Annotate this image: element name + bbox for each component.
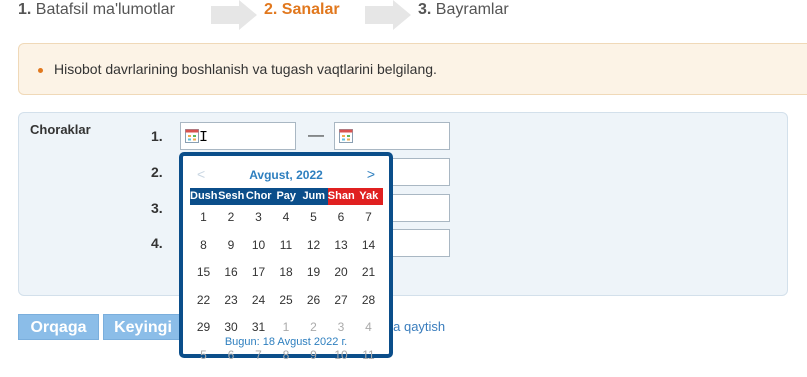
calendar-day[interactable]: 7 bbox=[355, 206, 382, 228]
calendar-day[interactable]: 10 bbox=[245, 234, 272, 256]
row-number-2: 2. bbox=[151, 164, 163, 180]
quarter1-end-input[interactable] bbox=[334, 122, 450, 150]
calendar-day[interactable]: 5 bbox=[300, 206, 327, 228]
step-holidays[interactable]: 3. Bayramlar bbox=[418, 0, 509, 20]
calendar-day[interactable]: 16 bbox=[218, 261, 245, 283]
calendar-icon[interactable] bbox=[185, 129, 199, 143]
weekday-header: Chor bbox=[245, 188, 273, 205]
alert-text: Hisobot davrlarining boshlanish va tugas… bbox=[54, 61, 437, 77]
calendar-day[interactable]: 29 bbox=[190, 316, 217, 338]
calendar-day[interactable]: 22 bbox=[190, 289, 217, 311]
calendar-day[interactable]: 21 bbox=[355, 261, 382, 283]
weekday-header: Pay bbox=[272, 188, 300, 205]
quarters-label: Choraklar bbox=[30, 122, 91, 137]
row-number-4: 4. bbox=[151, 235, 163, 251]
calendar-header: < Avgust, 2022 > bbox=[183, 166, 389, 184]
weekday-header: Dush bbox=[190, 188, 218, 205]
row-number-1: 1. bbox=[151, 128, 163, 144]
calendar-day[interactable]: 18 bbox=[273, 261, 300, 283]
calendar-day[interactable]: 3 bbox=[245, 206, 272, 228]
calendar-day[interactable]: 28 bbox=[355, 289, 382, 311]
calendar-day[interactable]: 9 bbox=[218, 234, 245, 256]
weekday-header: Jum bbox=[300, 188, 328, 205]
weekday-header: Shan bbox=[327, 188, 355, 205]
weekday-header: Sesh bbox=[217, 188, 245, 205]
wizard-steps: 1. Batafsil ma'lumotlar 2. Sanalar 3. Ba… bbox=[0, 0, 807, 30]
next-button[interactable]: Keyingi bbox=[103, 314, 183, 340]
calendar-day[interactable]: 15 bbox=[190, 261, 217, 283]
calendar-day[interactable]: 31 bbox=[245, 316, 272, 338]
today-link[interactable]: Bugun: 18 Avgust 2022 г. bbox=[183, 336, 389, 348]
calendar-day[interactable]: 26 bbox=[300, 289, 327, 311]
calendar-day[interactable]: 17 bbox=[245, 261, 272, 283]
weekday-header: Yak bbox=[355, 188, 383, 205]
calendar-day[interactable]: 20 bbox=[328, 261, 355, 283]
calendar-day[interactable]: 30 bbox=[218, 316, 245, 338]
text-cursor-icon: I bbox=[199, 129, 209, 146]
step-dates[interactable]: 2. Sanalar bbox=[264, 0, 340, 20]
calendar-day[interactable]: 2 bbox=[218, 206, 245, 228]
calendar-day[interactable]: 1 bbox=[190, 206, 217, 228]
calendar-day[interactable]: 23 bbox=[218, 289, 245, 311]
date-picker-popup: < Avgust, 2022 > Dush Sesh Chor Pay Jum Shan Y… bbox=[179, 152, 393, 362]
calendar-day[interactable]: 14 bbox=[355, 234, 382, 256]
calendar-day[interactable]: 13 bbox=[328, 234, 355, 256]
calendar-day[interactable]: 4 bbox=[273, 206, 300, 228]
quarters-panel: Choraklar 1. 2. 3. 4. I — bbox=[18, 112, 788, 296]
calendar-day[interactable]: 6 bbox=[328, 206, 355, 228]
calendar-day[interactable]: 1 bbox=[273, 316, 300, 338]
calendar-day[interactable]: 27 bbox=[328, 289, 355, 311]
step-arrow-icon bbox=[365, 0, 411, 30]
back-button[interactable]: Orqaga bbox=[18, 314, 99, 340]
calendar-day[interactable]: 19 bbox=[300, 261, 327, 283]
calendar-day[interactable]: 3 bbox=[328, 316, 355, 338]
calendar-day[interactable]: 2 bbox=[300, 316, 327, 338]
step-details[interactable]: 1. Batafsil ma'lumotlar bbox=[18, 0, 175, 20]
step-arrow-icon bbox=[211, 0, 257, 30]
quarter1-start-input[interactable]: I bbox=[180, 122, 296, 150]
calendar-day[interactable]: 8 bbox=[190, 234, 217, 256]
bullet-icon bbox=[38, 68, 43, 73]
next-month-button[interactable]: > bbox=[367, 166, 375, 182]
row-number-3: 3. bbox=[151, 200, 163, 216]
info-alert: Hisobot davrlarining boshlanish va tugas… bbox=[18, 43, 807, 95]
calendar-day[interactable]: 4 bbox=[355, 316, 382, 338]
calendar-icon[interactable] bbox=[339, 129, 353, 143]
range-dash: — bbox=[308, 127, 324, 144]
calendar-day[interactable]: 24 bbox=[245, 289, 272, 311]
calendar-month-title: Avgust, 2022 bbox=[249, 168, 323, 182]
calendar-day[interactable]: 11 bbox=[273, 234, 300, 256]
calendar-day[interactable]: 12 bbox=[300, 234, 327, 256]
calendar-day[interactable]: 25 bbox=[273, 289, 300, 311]
